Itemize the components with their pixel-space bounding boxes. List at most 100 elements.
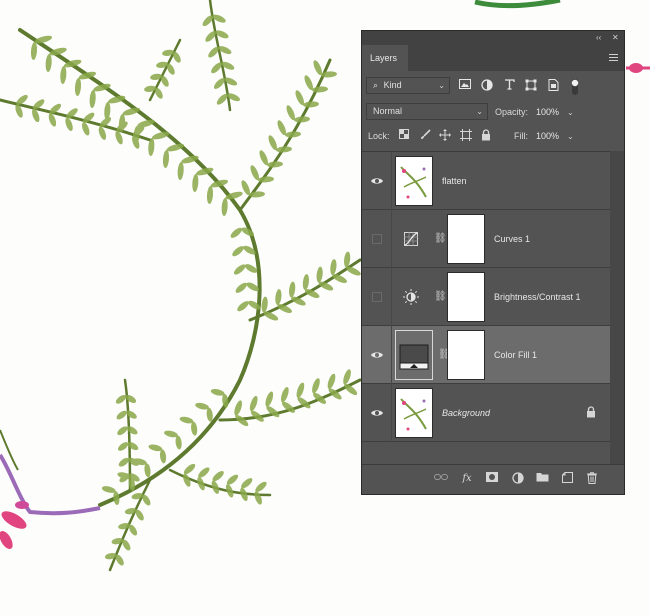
- new-group-icon[interactable]: [535, 472, 549, 486]
- layer-mask-thumbnail[interactable]: [447, 214, 485, 264]
- link-layers-icon[interactable]: [434, 472, 448, 486]
- visibility-separator: [391, 326, 392, 384]
- fern-leaflet: [113, 491, 120, 506]
- visibility-toggle-off[interactable]: [372, 234, 382, 244]
- fern-leaflet: [177, 161, 184, 180]
- filter-row: ⌕ Kind ⌄: [362, 77, 624, 97]
- layer-mask-thumbnail[interactable]: [447, 272, 485, 322]
- fern-leaflet: [230, 227, 243, 238]
- lock-position-icon[interactable]: [438, 129, 452, 143]
- filter-kind-select[interactable]: ⌕ Kind ⌄: [366, 77, 450, 94]
- fern-leaflet: [313, 392, 327, 404]
- lock-icon[interactable]: [586, 406, 596, 418]
- opacity-label: Opacity:: [495, 107, 529, 117]
- fern-leaflet: [316, 266, 323, 283]
- add-mask-icon[interactable]: [485, 472, 499, 486]
- panel-top-bar: ‹‹ ✕: [362, 31, 624, 45]
- fern-leaflet: [296, 382, 305, 398]
- new-adjustment-layer-icon[interactable]: [511, 472, 525, 486]
- fern-leaflet: [266, 161, 283, 168]
- layer-mask-thumbnail[interactable]: [447, 330, 485, 380]
- opacity-input[interactable]: 100% ⌄: [536, 105, 574, 120]
- eye-icon[interactable]: [370, 348, 384, 362]
- chevron-down-icon[interactable]: ⌄: [567, 108, 574, 117]
- chevron-down-icon: ⌄: [438, 81, 445, 90]
- fill-input[interactable]: 100% ⌄: [536, 129, 574, 144]
- fern-leaflet: [275, 146, 292, 153]
- layer-name[interactable]: Curves 1: [494, 233, 530, 245]
- fern-leaflet: [175, 435, 182, 450]
- fern-leaflet: [144, 463, 151, 478]
- fern-leaflet: [118, 457, 129, 467]
- lock-all-icon[interactable]: [479, 129, 493, 143]
- fern-leaflet: [289, 281, 296, 298]
- layer-name[interactable]: Color Fill 1: [494, 349, 537, 361]
- fern-leaflet: [330, 259, 337, 276]
- mask-link-icon[interactable]: ⛓: [434, 232, 447, 246]
- fern-leaflet: [191, 421, 198, 436]
- fern-leaflet: [166, 143, 185, 152]
- brightness-contrast-adjustment-icon[interactable]: [402, 288, 420, 306]
- lock-label: Lock:: [368, 131, 390, 141]
- fern-leaflet: [237, 301, 249, 312]
- layer-row-color-fill[interactable]: ⛓ Color Fill 1: [362, 326, 611, 384]
- fern-leaflet: [232, 246, 244, 257]
- curves-adjustment-icon[interactable]: [402, 230, 420, 248]
- new-layer-icon[interactable]: [560, 472, 574, 486]
- panel-menu-icon[interactable]: [609, 54, 618, 61]
- smart-object-filter-icon[interactable]: [546, 79, 560, 93]
- layer-style-icon[interactable]: fx: [460, 472, 474, 486]
- collapse-panel-icon[interactable]: ‹‹: [596, 33, 601, 43]
- layers-list: flatten ⛓ Curves 1 ⛓ Brightness/Contrast…: [362, 151, 624, 465]
- blend-mode-value: Normal: [373, 106, 403, 116]
- layer-name[interactable]: Brightness/Contrast 1: [494, 291, 581, 303]
- layer-row-flatten[interactable]: flatten: [362, 152, 611, 210]
- layer-name[interactable]: Background: [442, 407, 490, 419]
- image-filter-icon[interactable]: [458, 79, 472, 93]
- fern-leaflet: [293, 116, 310, 123]
- fern-leaflet: [233, 264, 246, 275]
- layer-row-curves[interactable]: ⛓ Curves 1: [362, 210, 611, 268]
- fern-leaflet: [327, 373, 336, 389]
- mask-link-icon[interactable]: ⛓: [434, 290, 447, 304]
- fern-leaflet: [45, 53, 52, 72]
- lock-artboard-icon[interactable]: [459, 129, 473, 143]
- fill-layer-thumbnail[interactable]: [395, 330, 433, 380]
- layer-thumbnail: [395, 388, 433, 438]
- close-panel-icon[interactable]: ✕: [612, 33, 619, 43]
- lock-image-pixels-icon[interactable]: [418, 129, 432, 143]
- fern-leaflet: [249, 395, 258, 412]
- tab-layers[interactable]: Layers: [362, 45, 408, 71]
- blend-mode-select[interactable]: Normal ⌄: [366, 103, 488, 120]
- layers-panel: ‹‹ ✕ Layers ⌕ Kind ⌄ Normal ⌄ Opacity: 1…: [361, 30, 625, 495]
- shape-filter-icon[interactable]: [524, 79, 538, 93]
- fern-leaflet: [275, 289, 282, 306]
- eye-icon[interactable]: [370, 406, 384, 420]
- fern-leaflet: [261, 296, 268, 313]
- fern-leaflet: [221, 197, 228, 216]
- filter-toggle-icon[interactable]: [568, 79, 582, 95]
- fern-leaflet: [284, 131, 301, 138]
- blend-row: Normal ⌄ Opacity: 100% ⌄: [362, 103, 624, 123]
- delete-layer-icon[interactable]: [585, 472, 599, 486]
- layer-row-brightness-contrast[interactable]: ⛓ Brightness/Contrast 1: [362, 268, 611, 326]
- fern-leaflet: [74, 77, 82, 96]
- fern-leaflet: [159, 449, 167, 464]
- fern-leaflet: [162, 149, 170, 168]
- adjustment-filter-icon[interactable]: [480, 79, 494, 93]
- eye-icon[interactable]: [370, 174, 384, 188]
- layers-scrollbar[interactable]: [610, 151, 624, 465]
- lock-transparent-pixels-icon[interactable]: [397, 129, 411, 143]
- fern-leaflet: [192, 173, 199, 192]
- chevron-down-icon[interactable]: ⌄: [567, 132, 574, 141]
- layer-thumbnail: [395, 156, 433, 206]
- fern-leaflet: [302, 274, 310, 291]
- layer-name[interactable]: flatten: [442, 175, 467, 187]
- panel-bottom-bar: fx: [362, 464, 624, 494]
- type-filter-icon[interactable]: [502, 79, 516, 93]
- fern-leaflet: [89, 89, 96, 108]
- visibility-toggle-off[interactable]: [372, 292, 382, 302]
- fern-leaflet: [60, 65, 67, 84]
- fill-label: Fill:: [514, 131, 528, 141]
- layer-row-background[interactable]: Background: [362, 384, 611, 442]
